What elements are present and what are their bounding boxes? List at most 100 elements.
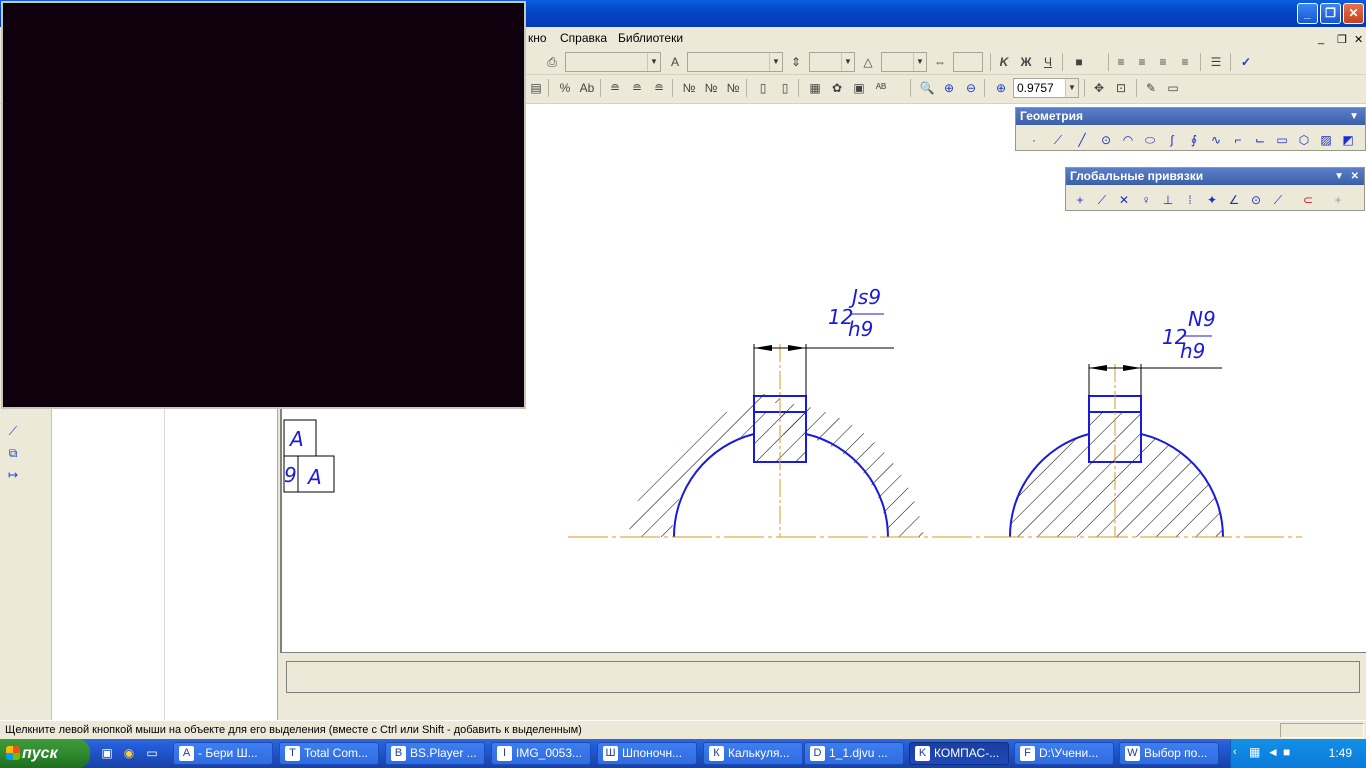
snap-magnet-icon[interactable]: ⊂: [1298, 190, 1318, 210]
chamfer-icon[interactable]: ⌙: [1250, 130, 1270, 150]
param-tool-icon[interactable]: ↦: [4, 466, 22, 484]
property-box[interactable]: [286, 661, 1360, 693]
edit-tool-icon[interactable]: ⧉: [4, 444, 22, 462]
taskbar-task[interactable]: B BS.Player ...: [385, 742, 485, 765]
polygon-icon[interactable]: ⬡: [1294, 130, 1314, 150]
taskbar-task[interactable]: Ш Шпоночн...: [597, 742, 697, 765]
spline-icon[interactable]: ∫: [1162, 130, 1182, 150]
redraw-icon[interactable]: ✎: [1142, 79, 1160, 97]
valign-bottom-icon[interactable]: ≘: [650, 79, 668, 97]
slant-combo[interactable]: ▼: [881, 52, 927, 72]
desktop-quicklaunch-icon[interactable]: ▭: [144, 745, 160, 761]
tray-network-icon[interactable]: ▦: [1249, 745, 1260, 759]
zoom-out-icon[interactable]: ⊖: [962, 79, 980, 97]
point-icon[interactable]: ·: [1024, 130, 1044, 150]
menu-window[interactable]: кно: [528, 31, 547, 45]
abc-icon[interactable]: ᴬᴮ: [872, 79, 890, 97]
minimize-button[interactable]: _: [1297, 3, 1318, 24]
app-quicklaunch-icon[interactable]: ◉: [121, 745, 137, 761]
numbering-icon-3[interactable]: №: [724, 79, 742, 97]
color-icon[interactable]: ■: [1070, 53, 1088, 71]
taskbar-task[interactable]: W Выбор по...: [1119, 742, 1219, 765]
taskbar-task[interactable]: T Total Com...: [279, 742, 379, 765]
menu-libraries[interactable]: Библиотеки: [618, 31, 683, 45]
snap-more-icon[interactable]: +: [1328, 190, 1348, 210]
spellcheck-icon[interactable]: ✓: [1237, 53, 1255, 71]
fill-icon[interactable]: ◩: [1338, 130, 1358, 150]
pan-icon[interactable]: ✥: [1090, 79, 1108, 97]
ellipse-icon[interactable]: ⬭: [1140, 130, 1160, 150]
italic-icon[interactable]: K: [995, 53, 1013, 71]
segment-icon[interactable]: ╱: [1072, 130, 1092, 150]
menu-help[interactable]: Справка: [560, 31, 607, 45]
snap-center-icon[interactable]: ⊙: [1246, 190, 1266, 210]
taskbar-task[interactable]: K КОМПАС-...: [909, 742, 1009, 765]
font-combo[interactable]: ▼: [565, 52, 661, 72]
align-center-icon[interactable]: ≡: [1133, 53, 1151, 71]
fit-all-icon[interactable]: ⊡: [1112, 79, 1130, 97]
align-justify-icon[interactable]: ≡: [1176, 53, 1194, 71]
tray-arrow-icon[interactable]: ‹: [1233, 746, 1237, 758]
doc-minimize-icon[interactable]: _: [1318, 33, 1324, 45]
aux-line-icon[interactable]: ⟋: [1048, 130, 1068, 150]
tray-volume-icon[interactable]: ◄: [1267, 745, 1279, 759]
layers-icon[interactable]: ▭: [1164, 79, 1182, 97]
dimension-tool-icon[interactable]: ⟋: [4, 422, 22, 440]
picture-icon[interactable]: ▣: [850, 79, 868, 97]
start-button[interactable]: пуск: [0, 739, 90, 768]
doc-restore-icon[interactable]: ❐: [1337, 33, 1347, 46]
snap-alignment-icon[interactable]: ✦: [1202, 190, 1222, 210]
taskbar-task[interactable]: А - Бери Ш...: [173, 742, 273, 765]
zoom-scale-icon[interactable]: ⊕: [992, 79, 1010, 97]
snap-point-icon[interactable]: ⟋: [1268, 190, 1288, 210]
taskbar-task[interactable]: F D:\Учени...: [1014, 742, 1114, 765]
circle-icon[interactable]: ⊙: [1096, 130, 1116, 150]
width-combo[interactable]: [953, 52, 983, 72]
percent-icon[interactable]: %: [556, 79, 574, 97]
text-style-icon[interactable]: Ab: [578, 79, 596, 97]
table-icon[interactable]: ▦: [806, 79, 824, 97]
rectangle-icon[interactable]: ▭: [1272, 130, 1292, 150]
taskbar-task[interactable]: К Калькуля...: [703, 742, 803, 765]
hatch-icon[interactable]: ▨: [1316, 130, 1336, 150]
save-quicklaunch-icon[interactable]: ▣: [99, 745, 115, 761]
snaps-dropdown-icon[interactable]: ▼: [1334, 168, 1344, 185]
snap-intersection-icon[interactable]: ✕: [1114, 190, 1134, 210]
black-overlay-window[interactable]: [1, 1, 526, 409]
taskbar-task[interactable]: I IMG_0053...: [491, 742, 591, 765]
bezier-icon[interactable]: ∮: [1184, 130, 1204, 150]
font-size-combo[interactable]: ▼: [687, 52, 783, 72]
fillet-icon[interactable]: ⌐: [1228, 130, 1248, 150]
arc-icon[interactable]: ◠: [1118, 130, 1138, 150]
numbering-icon-1[interactable]: №: [680, 79, 698, 97]
snaps-close-icon[interactable]: ✕: [1351, 168, 1359, 185]
align-left-icon[interactable]: ≡: [1112, 53, 1130, 71]
valign-top-icon[interactable]: ≘: [606, 79, 624, 97]
insert-icon[interactable]: ▯: [754, 79, 772, 97]
valign-middle-icon[interactable]: ≘: [628, 79, 646, 97]
list-icon[interactable]: ☰: [1207, 53, 1225, 71]
snap-nearest-icon[interactable]: +: [1070, 190, 1090, 210]
zoom-window-icon[interactable]: 🔍: [918, 79, 936, 97]
tray-app-icon[interactable]: ■: [1283, 745, 1290, 759]
taskbar-task[interactable]: D 1_1.djvu ...: [804, 742, 904, 765]
maximize-button[interactable]: ❐: [1320, 3, 1341, 24]
numbering-icon-2[interactable]: №: [702, 79, 720, 97]
snap-midpoint-icon[interactable]: ⟋: [1092, 190, 1112, 210]
snap-grid-icon[interactable]: ⁞: [1180, 190, 1200, 210]
align-right-icon[interactable]: ≡: [1154, 53, 1172, 71]
paste-icon[interactable]: ▤: [527, 79, 545, 97]
underline-icon[interactable]: Ч: [1039, 53, 1057, 71]
snap-normal-icon[interactable]: ⊥: [1158, 190, 1178, 210]
snaps-panel-title[interactable]: Глобальные привязки ▼ ✕: [1066, 168, 1364, 185]
doc-close-icon[interactable]: ✕: [1354, 33, 1363, 46]
insert-icon-2[interactable]: ▯: [776, 79, 794, 97]
print-icon[interactable]: ⎙: [543, 53, 561, 71]
snap-tangent-icon[interactable]: ♀: [1136, 190, 1156, 210]
symbol-icon[interactable]: ✿: [828, 79, 846, 97]
bold-icon[interactable]: Ж: [1017, 53, 1035, 71]
zoom-combo[interactable]: 0.9757 ▼: [1013, 78, 1079, 98]
snap-angle-icon[interactable]: ∠: [1224, 190, 1244, 210]
polyline-icon[interactable]: ∿: [1206, 130, 1226, 150]
geometry-panel-title[interactable]: Геометрия ▼: [1016, 108, 1365, 125]
